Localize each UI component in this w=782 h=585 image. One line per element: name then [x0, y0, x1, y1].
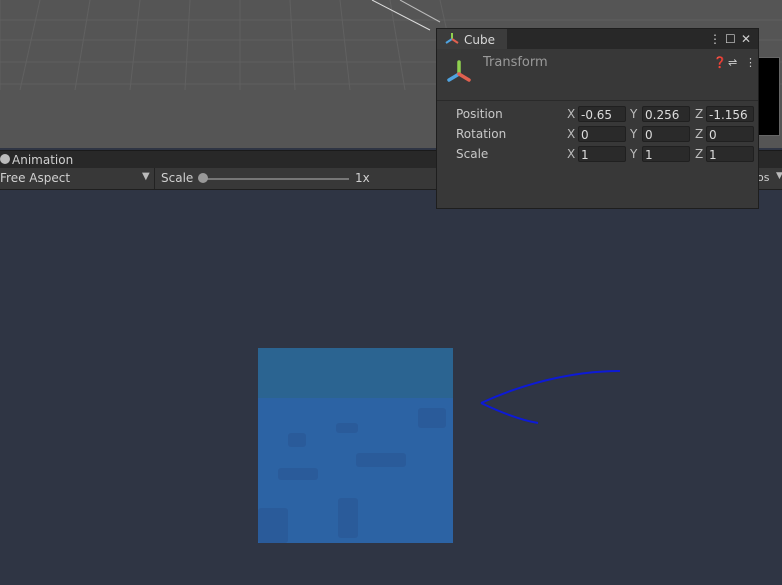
cube-texture-spot	[338, 498, 358, 538]
cube-texture-spot	[336, 423, 358, 433]
component-title: Transform	[483, 55, 548, 70]
cube-render	[258, 348, 453, 543]
cube-texture-spot	[278, 468, 318, 480]
position-z-field[interactable]: -1.156	[706, 106, 754, 122]
tab-cube[interactable]: Cube	[437, 29, 507, 49]
inspector-window: Cube ⋮ ☐ ✕ Transform ❓ ⇌ ⋮ Position X -0…	[436, 28, 759, 209]
rotation-x-field[interactable]: 0	[578, 126, 626, 142]
maximize-icon[interactable]: ☐	[725, 32, 736, 46]
cube-texture-spot	[288, 433, 306, 447]
scale-y-field[interactable]: 1	[642, 146, 690, 162]
toolbar-divider	[154, 168, 155, 189]
help-icon[interactable]: ❓	[713, 56, 727, 69]
axis-x-label[interactable]: X	[567, 127, 575, 141]
tab-cube-label: Cube	[464, 33, 495, 47]
position-y-field[interactable]: 0.256	[642, 106, 690, 122]
rotation-z-field[interactable]: 0	[706, 126, 754, 142]
preset-icon[interactable]: ⇌	[728, 56, 737, 69]
axis-x-label[interactable]: X	[567, 107, 575, 121]
cube-texture-spot	[418, 408, 446, 428]
scale-slider-track[interactable]	[203, 178, 349, 180]
scale-value: 1x	[355, 171, 370, 185]
axis-y-label[interactable]: Y	[630, 107, 637, 121]
scale-x-field[interactable]: 1	[578, 146, 626, 162]
rotation-y-field[interactable]: 0	[642, 126, 690, 142]
cube-texture-spot	[356, 453, 406, 467]
transform-component-header[interactable]: Transform ❓ ⇌ ⋮	[437, 50, 758, 101]
close-icon[interactable]: ✕	[741, 32, 751, 46]
unity-axis-icon	[447, 60, 471, 82]
scale-slider-knob[interactable]	[198, 173, 208, 183]
aspect-dropdown[interactable]: Free Aspect	[0, 171, 150, 185]
animation-tab-label[interactable]: Animation	[12, 153, 73, 167]
unity-axis-icon	[445, 33, 459, 44]
axis-y-label[interactable]: Y	[630, 127, 637, 141]
dropdown-arrow-icon[interactable]: ▼	[776, 171, 782, 181]
axis-y-label[interactable]: Y	[630, 147, 637, 161]
axis-z-label[interactable]: Z	[695, 127, 703, 141]
axis-x-label[interactable]: X	[567, 147, 575, 161]
kebab-menu-icon[interactable]: ⋮	[709, 32, 721, 46]
animation-icon	[0, 154, 10, 164]
position-label: Position	[456, 107, 503, 121]
scale-row-label: Scale	[456, 147, 489, 161]
axis-z-label[interactable]: Z	[695, 107, 703, 121]
cube-top-band	[258, 348, 453, 398]
rotation-label: Rotation	[456, 127, 507, 141]
cube-texture-spot	[258, 508, 288, 543]
position-x-field[interactable]: -0.65	[578, 106, 626, 122]
axis-z-label[interactable]: Z	[695, 147, 703, 161]
scene-preview-box	[757, 57, 780, 136]
kebab-menu-icon[interactable]: ⋮	[745, 56, 756, 69]
scale-z-field[interactable]: 1	[706, 146, 754, 162]
dropdown-arrow-icon[interactable]: ▼	[142, 171, 150, 182]
inspector-tab-bar: Cube ⋮ ☐ ✕	[437, 29, 758, 49]
scale-label: Scale	[161, 171, 194, 185]
